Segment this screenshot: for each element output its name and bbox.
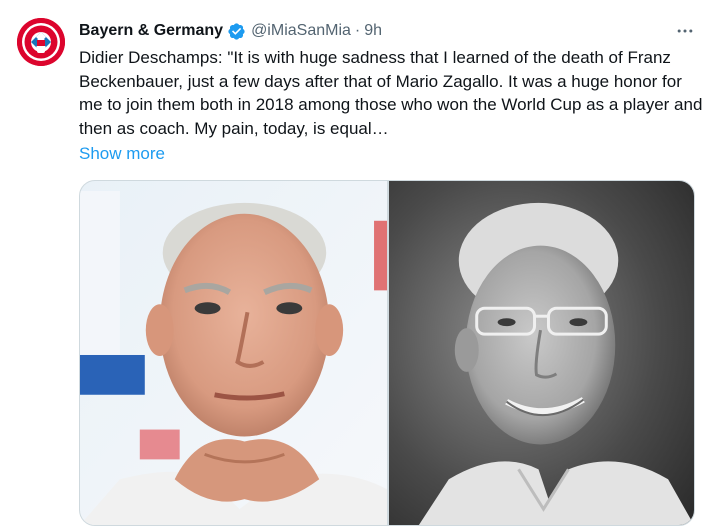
media-grid	[79, 180, 695, 526]
tweet-card[interactable]: Bayern & Germany @iMiaSanMia · 9h Didier…	[0, 0, 719, 530]
bayern-crest-icon	[17, 18, 65, 66]
photo-beckenbauer[interactable]	[389, 181, 694, 525]
photo-deschamps[interactable]	[80, 181, 387, 525]
verified-badge-icon[interactable]	[227, 22, 246, 41]
more-options-button[interactable]	[668, 18, 702, 44]
deschamps-photo	[80, 181, 387, 525]
tweet-text: Didier Deschamps: "It is with huge sadne…	[79, 48, 708, 138]
more-dots-icon	[677, 29, 693, 33]
display-name[interactable]: Bayern & Germany	[79, 22, 223, 40]
handle[interactable]: @iMiaSanMia	[251, 22, 351, 40]
separator-dot: ·	[354, 22, 361, 39]
tweet-header: Bayern & Germany @iMiaSanMia · 9h	[79, 19, 382, 43]
timestamp[interactable]: 9h	[364, 22, 382, 40]
show-more-link[interactable]: Show more	[79, 142, 165, 166]
avatar[interactable]	[17, 18, 65, 66]
beckenbauer-photo	[389, 181, 694, 525]
